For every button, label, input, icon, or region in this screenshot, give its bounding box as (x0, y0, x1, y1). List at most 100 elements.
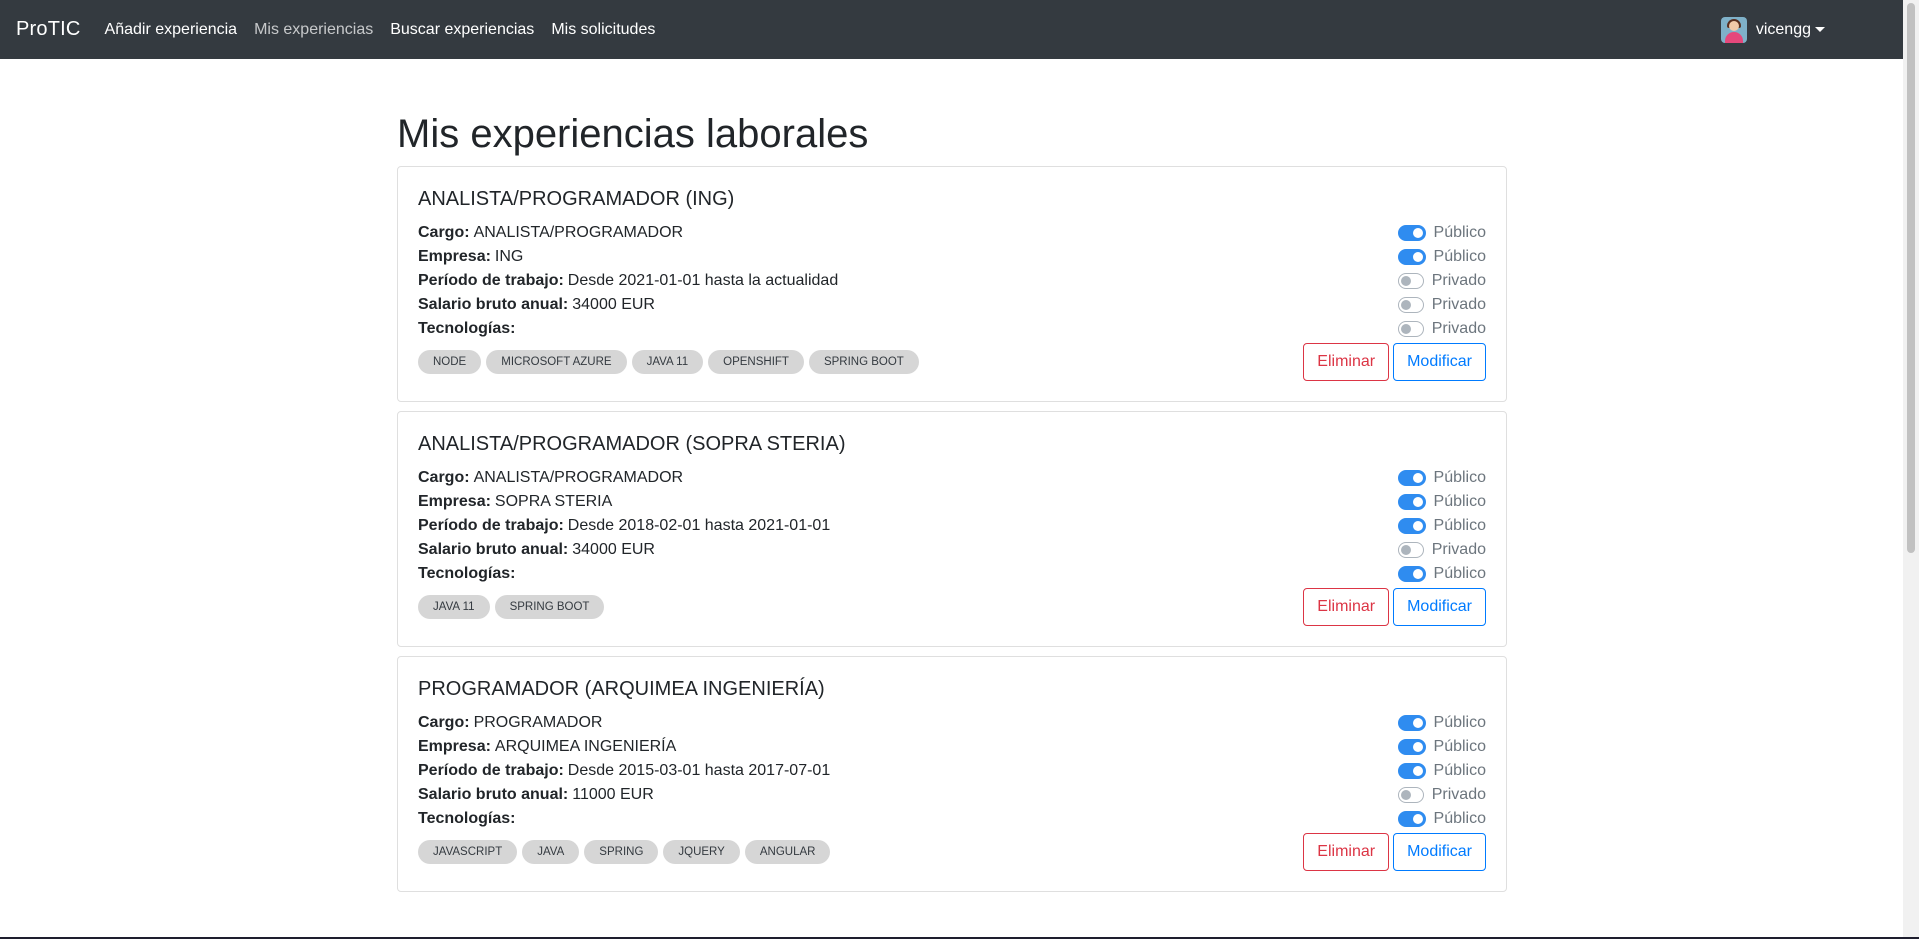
field-empresa: Empresa: SOPRA STERIA (418, 493, 612, 511)
field-tecnologias: Tecnologías: (418, 320, 520, 338)
toggle-switch[interactable] (1398, 321, 1424, 337)
field-label-cargo: Cargo: (418, 224, 470, 241)
technology-tag: SPRING (584, 840, 659, 864)
visibility-toggle-tecnologias[interactable]: Público (1398, 565, 1486, 583)
field-value-cargo: PROGRAMADOR (473, 714, 603, 731)
technology-tag: SPRING BOOT (494, 595, 605, 619)
toggle-knob (1412, 473, 1423, 483)
toggle-switch[interactable] (1398, 273, 1424, 289)
toggle-knob (1401, 545, 1411, 555)
toggle-label: Público (1433, 248, 1486, 265)
page-title: Mis experiencias laborales (397, 112, 869, 156)
visibility-toggle-tecnologias[interactable]: Privado (1398, 320, 1486, 338)
toggle-switch[interactable] (1398, 566, 1426, 582)
toggle-switch[interactable] (1398, 763, 1426, 779)
toggle-switch[interactable] (1398, 297, 1424, 313)
visibility-toggle-periodo[interactable]: Público (1398, 762, 1486, 780)
toggle-knob (1401, 324, 1411, 334)
toggle-switch[interactable] (1398, 739, 1426, 755)
field-tecnologias: Tecnologías: (418, 565, 520, 583)
visibility-toggle-periodo[interactable]: Público (1398, 517, 1486, 535)
field-value-empresa: SOPRA STERIA (494, 493, 613, 510)
toggle-switch[interactable] (1398, 225, 1426, 241)
field-row-tecnologias: Tecnologías: Privado (418, 317, 1486, 341)
toggle-label: Público (1433, 738, 1486, 755)
toggle-switch[interactable] (1398, 715, 1426, 731)
edit-button[interactable]: Modificar (1393, 833, 1486, 871)
field-salario: Salario bruto anual: 11000 EUR (418, 786, 654, 804)
scrollbar-thumb[interactable] (1907, 3, 1915, 553)
field-label-cargo: Cargo: (418, 714, 470, 731)
field-value-salario: 11000 EUR (572, 786, 654, 803)
caret-down-icon (1815, 27, 1825, 32)
visibility-toggle-salario[interactable]: Privado (1398, 296, 1486, 314)
technology-tag: JQUERY (663, 840, 740, 864)
toggle-label: Público (1433, 224, 1486, 241)
toggle-knob (1401, 790, 1411, 800)
toggle-switch[interactable] (1398, 811, 1426, 827)
edit-button[interactable]: Modificar (1393, 343, 1486, 381)
field-cargo: Cargo: ANALISTA/PROGRAMADOR (418, 469, 683, 487)
field-label-empresa: Empresa: (418, 493, 491, 510)
navbar: ProTIC Añadir experiencia Mis experienci… (0, 0, 1903, 59)
visibility-toggle-periodo[interactable]: Privado (1398, 272, 1486, 290)
technology-tag: OPENSHIFT (708, 350, 804, 374)
scrollbar[interactable] (1903, 0, 1919, 937)
toggle-switch[interactable] (1398, 249, 1426, 265)
toggle-label: Público (1433, 810, 1486, 827)
experience-list: ANALISTA/PROGRAMADOR (ING) Cargo: ANALISTA… (397, 166, 1507, 892)
visibility-toggle-cargo[interactable]: Público (1398, 469, 1486, 487)
field-label-tecnologias: Tecnologías: (418, 565, 516, 582)
delete-button[interactable]: Eliminar (1303, 833, 1390, 871)
toggle-switch[interactable] (1398, 542, 1424, 558)
delete-button[interactable]: Eliminar (1303, 343, 1390, 381)
field-row-periodo: Período de trabajo: Desde 2021-01-01 hast… (418, 269, 1486, 293)
nav-link-my-experiences[interactable]: Mis experiencias (254, 21, 373, 39)
toggle-label: Privado (1431, 272, 1486, 289)
field-value-periodo: Desde 2018-02-01 hasta 2021-01-01 (567, 517, 831, 534)
technology-tag: JAVA (522, 840, 580, 864)
experience-title: ANALISTA/PROGRAMADOR (ING) (418, 188, 735, 210)
visibility-toggle-salario[interactable]: Privado (1398, 541, 1486, 559)
field-row-tecnologias: Tecnologías: Público (418, 807, 1486, 831)
toggle-switch[interactable] (1398, 787, 1424, 803)
toggle-knob (1412, 521, 1423, 531)
nav-link-add-experience[interactable]: Añadir experiencia (105, 21, 238, 39)
field-periodo: Período de trabajo: Desde 2018-02-01 hast… (418, 517, 830, 535)
toggle-knob (1401, 276, 1411, 286)
toggle-label: Público (1433, 714, 1486, 731)
toggle-label: Público (1433, 565, 1486, 582)
toggle-knob (1412, 252, 1423, 262)
user-menu-dropdown[interactable]: vicengg (1720, 0, 1825, 59)
experience-card: ANALISTA/PROGRAMADOR (ING) Cargo: ANALISTA… (397, 166, 1507, 402)
visibility-toggle-cargo[interactable]: Público (1398, 714, 1486, 732)
delete-button[interactable]: Eliminar (1303, 588, 1390, 626)
toggle-knob (1412, 718, 1423, 728)
toggle-knob (1412, 814, 1423, 824)
edit-button[interactable]: Modificar (1393, 588, 1486, 626)
field-label-empresa: Empresa: (418, 248, 491, 265)
visibility-toggle-empresa[interactable]: Público (1398, 248, 1486, 266)
toggle-switch[interactable] (1398, 494, 1426, 510)
visibility-toggle-tecnologias[interactable]: Público (1398, 810, 1486, 828)
field-empresa: Empresa: ING (418, 248, 523, 266)
field-row-cargo: Cargo: ANALISTA/PROGRAMADOR Público (418, 221, 1486, 245)
nav-link-my-requests[interactable]: Mis solicitudes (551, 21, 655, 39)
visibility-toggle-salario[interactable]: Privado (1398, 786, 1486, 804)
nav-link-search-experiences[interactable]: Buscar experiencias (390, 21, 534, 39)
visibility-toggle-cargo[interactable]: Público (1398, 224, 1486, 242)
experience-title: ANALISTA/PROGRAMADOR (SOPRA STERIA) (418, 433, 846, 455)
field-tecnologias: Tecnologías: (418, 810, 520, 828)
field-value-empresa: ARQUIMEA INGENIERÍA (494, 738, 677, 755)
field-row-salario: Salario bruto anual: 34000 EUR Privado (418, 538, 1486, 562)
experience-title: PROGRAMADOR (ARQUIMEA INGENIERÍA) (418, 678, 825, 700)
visibility-toggle-empresa[interactable]: Público (1398, 493, 1486, 511)
field-value-periodo: Desde 2015-03-01 hasta 2017-07-01 (567, 762, 831, 779)
field-label-salario: Salario bruto anual: (418, 786, 569, 803)
toggle-switch[interactable] (1398, 470, 1426, 486)
visibility-toggle-empresa[interactable]: Público (1398, 738, 1486, 756)
field-label-tecnologias: Tecnologías: (418, 810, 516, 827)
toggle-label: Público (1433, 517, 1486, 534)
brand-link[interactable]: ProTIC (16, 18, 81, 41)
toggle-switch[interactable] (1398, 518, 1426, 534)
